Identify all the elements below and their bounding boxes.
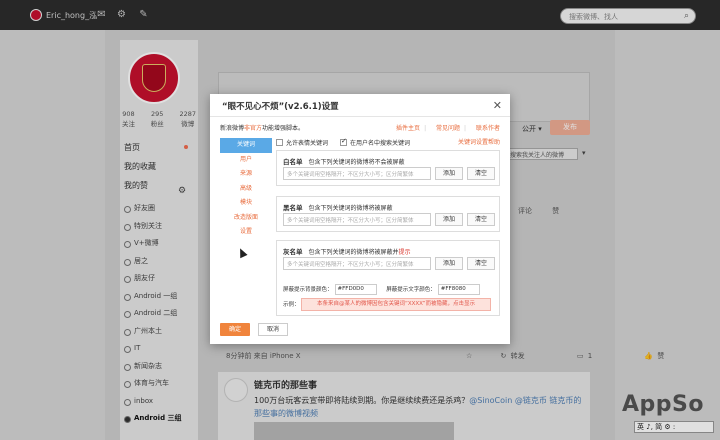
allow-emoji-option[interactable]: 允许表情关键词 [276,139,328,147]
tab-source[interactable]: 来源 [220,167,272,182]
tab-users[interactable]: 用户 [220,153,272,168]
whitelist-title: 白名单 [283,158,303,166]
graylist-add-button[interactable]: 添加 [435,257,463,270]
checkbox[interactable] [276,139,283,146]
dialog-title: “眼不见心不烦”(v2.6.1)设置 [222,102,339,112]
settings-dialog: “眼不见心不烦”(v2.6.1)设置 ✕ 新浪微博非官方功能增强脚本。 插件主页… [210,94,510,344]
mouse-cursor-icon [236,246,248,259]
graylist-input[interactable]: 多个关键词用空格隔开；不区分大小写；区分简繁体 [283,257,431,270]
whitelist-input[interactable]: 多个关键词用空格隔开；不区分大小写；区分简繁体 [283,167,431,180]
cancel-button[interactable]: 取消 [258,323,288,336]
example-label: 示例： [283,302,300,308]
tab-modules[interactable]: 模块 [220,196,272,211]
blacklist-clear-button[interactable]: 清空 [467,213,495,226]
blacklist-title: 黑名单 [283,204,303,212]
search-username-option[interactable]: 在用户名中搜索关键词 [339,137,410,147]
confirm-button[interactable]: 确定 [220,323,250,336]
tab-settings[interactable]: 设置 [220,225,272,240]
blacklist-add-button[interactable]: 添加 [435,213,463,226]
divider [210,116,510,117]
tab-keywords[interactable]: 关键词 [220,138,272,153]
close-icon[interactable]: ✕ [493,99,502,112]
whitelist-add-button[interactable]: 添加 [435,167,463,180]
graylist-title: 灰名单 [283,248,303,256]
example-preview: 本条来自@某人的微博因包含关键词“XXXX”而被隐藏，点击显示 [301,298,491,311]
checkbox-checked[interactable] [339,137,347,146]
graylist-clear-button[interactable]: 清空 [467,257,495,270]
dialog-links: 插件主页 | 常见问题 | 联系作者 [396,125,500,132]
faq-link[interactable]: 常见问题 [436,125,460,132]
dialog-description: 新浪微博非官方功能增强脚本。 [220,125,305,132]
text-color-input[interactable]: #FF8080 [437,284,480,295]
dialog-tabs: 关键词 用户 来源 高级 模块 改造版面 设置 [220,138,272,240]
blacklist-section: 黑名单 包含下列关键词的微博将被屏蔽 多个关键词用空格隔开；不区分大小写；区分简繁… [276,196,500,232]
keyword-help-link[interactable]: 关键词设置帮助 [458,137,500,146]
plugin-home-link[interactable]: 插件主页 [396,125,420,132]
tab-layout[interactable]: 改造版面 [220,211,272,226]
whitelist-section: 白名单 包含下列关键词的微博将不会被屏蔽 多个关键词用空格隔开；不区分大小写；区分… [276,150,500,186]
tab-advanced[interactable]: 高级 [220,182,272,197]
keyword-options: 允许表情关键词 在用户名中搜索关键词 [276,137,420,147]
contact-author-link[interactable]: 联系作者 [476,125,500,132]
bg-color-input[interactable]: #FFD0D0 [334,284,377,295]
blacklist-input[interactable]: 多个关键词用空格隔开；不区分大小写；区分简繁体 [283,213,431,226]
color-settings: 屏蔽提示背景颜色： #FFD0D0 屏蔽提示文字颜色： #FF8080 [283,284,488,295]
whitelist-clear-button[interactable]: 清空 [467,167,495,180]
graylist-section: 灰名单 包含下列关键词的微博将被屏蔽并提示 多个关键词用空格隔开；不区分大小写；区… [276,240,500,316]
